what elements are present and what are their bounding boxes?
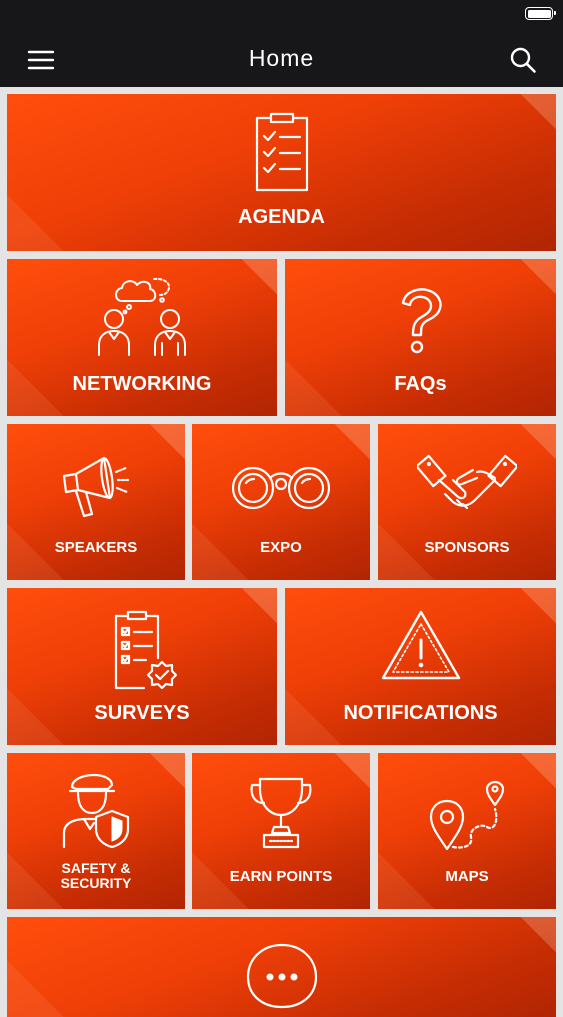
tile-label: SURVEYS [94,702,190,724]
tile-networking[interactable]: NETWORKING [7,259,277,416]
search-icon [510,47,536,73]
binoculars-icon [231,466,331,510]
tile-label: SAFETY & SECURITY [60,860,132,892]
tile-surveys[interactable]: SURVEYS [7,588,277,745]
top-nav-bar: Home [0,30,563,87]
handshake-icon [417,454,517,510]
tile-label: MAPS [445,868,489,885]
chat-bubble-icon [246,943,317,1009]
tile-label: SPONSORS [424,539,510,556]
tile-label: EXPO [260,539,302,556]
status-bar [0,0,563,30]
tile-label: FAQs [394,373,447,395]
tile-label: AGENDA [238,206,325,228]
security-guard-icon [62,773,130,849]
tile-speakers[interactable]: SPEAKERS [7,424,185,580]
megaphone-icon [62,456,132,518]
tile-expo[interactable]: EXPO [192,424,370,580]
warning-triangle-icon [381,610,460,680]
tile-label: SPEAKERS [54,539,138,556]
tile-earn-points[interactable]: EARN POINTS [192,753,370,909]
checklist-icon [255,112,308,192]
map-route-icon [429,780,505,851]
tile-chat[interactable] [7,917,556,1017]
tile-maps[interactable]: MAPS [378,753,556,909]
tile-faqs[interactable]: FAQs [285,259,556,416]
people-chat-icon [98,277,186,356]
home-tile-grid: AGENDA NETWORKING FAQs SPEAKERS EXPO SPO… [0,87,563,1017]
tile-label: EARN POINTS [229,868,333,885]
battery-icon [525,7,556,20]
tile-notifications[interactable]: NOTIFICATIONS [285,588,556,745]
tile-sponsors[interactable]: SPONSORS [378,424,556,580]
tile-agenda[interactable]: AGENDA [7,94,556,251]
question-mark-icon [401,288,442,354]
trophy-icon [250,777,312,849]
tile-label: NETWORKING [72,373,212,395]
tile-label: NOTIFICATIONS [343,702,498,724]
survey-checklist-icon [114,610,178,690]
search-button[interactable] [503,40,543,80]
page-title: Home [248,45,315,71]
tile-safety-security[interactable]: SAFETY & SECURITY [7,753,185,909]
